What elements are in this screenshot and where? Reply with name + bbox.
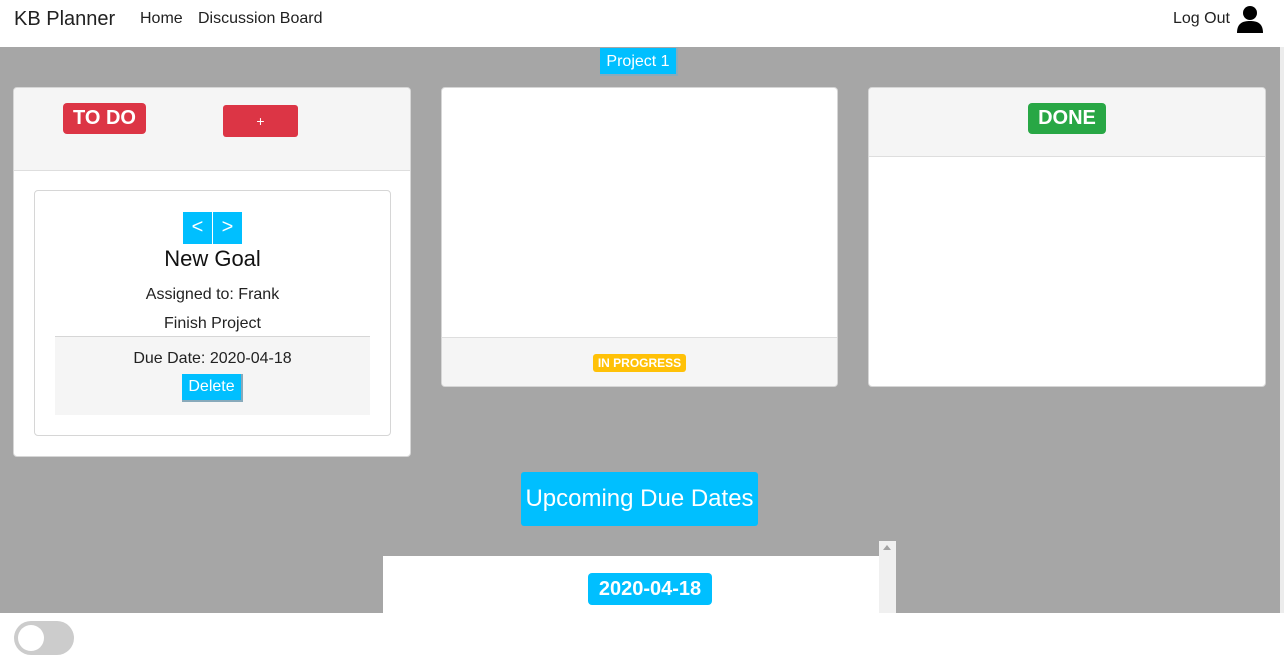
add-task-button[interactable]: + [223, 105, 298, 137]
in-progress-column: IN PROGRESS [441, 87, 838, 387]
done-badge: DONE [1028, 103, 1106, 134]
task-description: Finish Project [164, 315, 261, 332]
delete-task-button[interactable]: Delete [182, 374, 243, 402]
task-assignee: Assigned to: Frank [145, 286, 280, 303]
brand-logo[interactable]: KB Planner [14, 8, 115, 31]
scroll-up-arrow-icon[interactable] [883, 545, 891, 550]
move-right-button[interactable]: > [213, 212, 242, 244]
page-scrollbar[interactable] [1280, 47, 1284, 613]
upcoming-due-dates-panel: 2020-04-18 [383, 556, 879, 613]
todo-badge: TO DO [63, 103, 146, 134]
in-progress-badge: IN PROGRESS [593, 354, 686, 372]
theme-toggle-switch[interactable] [14, 621, 74, 655]
upcoming-due-dates-button[interactable]: Upcoming Due Dates [521, 472, 758, 526]
nav-home-link[interactable]: Home [140, 10, 183, 28]
logout-link[interactable]: Log Out [1173, 10, 1230, 28]
todo-column: TO DO + < > New Goal Assigned to: Frank … [13, 87, 411, 457]
task-due-date: Due Date: 2020-04-18 [133, 350, 292, 367]
bottom-bar [0, 613, 1284, 658]
todo-column-header: TO DO + [14, 88, 410, 171]
in-progress-column-footer: IN PROGRESS [442, 337, 837, 386]
done-column: DONE [868, 87, 1266, 387]
toggle-knob [18, 625, 44, 651]
user-icon[interactable] [1236, 5, 1264, 33]
move-left-button[interactable]: < [183, 212, 212, 244]
due-date-badge: 2020-04-18 [588, 573, 712, 605]
nav-discussion-board-link[interactable]: Discussion Board [198, 10, 323, 28]
task-card: < > New Goal Assigned to: Frank Finish P… [34, 190, 391, 436]
navbar: KB Planner Home Discussion Board Log Out [0, 0, 1284, 47]
project-tab[interactable]: Project 1 [600, 48, 678, 76]
upcoming-panel-scrollbar[interactable] [879, 541, 896, 613]
task-title: New Goal [164, 246, 261, 271]
task-card-footer: Due Date: 2020-04-18 Delete [55, 336, 370, 415]
done-column-header: DONE [869, 88, 1265, 157]
